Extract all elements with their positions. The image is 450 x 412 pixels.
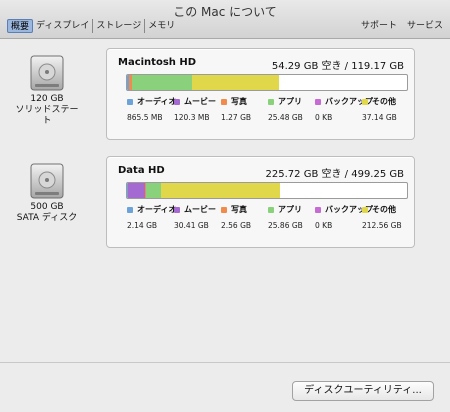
legend-row: ムービー: [174, 205, 220, 215]
legend-item-2: 写真 1.27 GB: [221, 97, 267, 122]
legend-item-4: バックアップ 0 KB: [315, 205, 373, 230]
legend-item-3: アプリ 25.48 GB: [268, 97, 314, 122]
legend-value: 2.56 GB: [221, 221, 252, 230]
legend-label: 写真: [231, 97, 247, 106]
legend-label: 写真: [231, 205, 247, 214]
drive-2-type: SATA ディスク: [16, 213, 78, 223]
legend-item-1: ムービー 30.41 GB: [174, 205, 220, 230]
legend-item-0: オーディオ 865.5 MB: [127, 97, 177, 122]
legend-swatch: [362, 207, 368, 213]
legend-value: 212.56 GB: [362, 221, 402, 230]
support-link[interactable]: サポート: [361, 19, 397, 33]
drive-2-size: 500 GB: [30, 202, 64, 212]
legend-label: オーディオ: [137, 205, 177, 214]
storage-legend: オーディオ 2.14 GB ムービー 30.41 GB 写真 2.56 GB アプリ 25.8…: [127, 205, 407, 235]
titlebar: この Mac について 概要 ディスプレイ ストレージ メモリ サポート サービ…: [0, 0, 450, 39]
tab-memory[interactable]: メモリ: [145, 19, 178, 33]
legend-item-1: ムービー 120.3 MB: [174, 97, 220, 122]
legend-label: ムービー: [184, 205, 216, 214]
content-area: 120 GB ソリッドステート Macintosh HD 54.29 GB 空き…: [0, 38, 450, 412]
storage-segment-5: [161, 183, 280, 198]
legend-row: アプリ: [268, 205, 314, 215]
window-title: この Mac について: [173, 5, 277, 19]
legend-swatch: [174, 99, 180, 105]
legend-value: 0 KB: [315, 221, 333, 230]
tab-storage[interactable]: ストレージ: [93, 19, 146, 33]
storage-panel-macintosh-hd: Macintosh HD 54.29 GB 空き / 119.17 GB オーデ…: [106, 48, 415, 140]
legend-item-2: 写真 2.56 GB: [221, 205, 267, 230]
legend-row: 写真: [221, 205, 267, 215]
about-this-mac-window: この Mac について 概要 ディスプレイ ストレージ メモリ サポート サービ…: [0, 0, 450, 412]
legend-row: バックアップ: [315, 205, 373, 215]
legend-swatch: [315, 207, 321, 213]
drive-1-type: ソリッドステート: [15, 105, 79, 126]
legend-swatch: [127, 99, 133, 105]
legend-value: 25.48 GB: [268, 113, 303, 122]
legend-value: 0 KB: [315, 113, 333, 122]
legend-value: 865.5 MB: [127, 113, 163, 122]
legend-item-0: オーディオ 2.14 GB: [127, 205, 177, 230]
service-link[interactable]: サービス: [407, 19, 443, 33]
legend-value: 25.86 GB: [268, 221, 303, 230]
legend-row: オーディオ: [127, 205, 177, 215]
drive-1-size: 120 GB: [30, 94, 64, 104]
tab-display[interactable]: ディスプレイ: [33, 19, 94, 33]
legend-swatch: [174, 207, 180, 213]
legend-value: 1.27 GB: [221, 113, 252, 122]
storage-legend: オーディオ 865.5 MB ムービー 120.3 MB 写真 1.27 GB アプリ 25.…: [127, 97, 407, 127]
drive-2: 500 GB SATA ディスク: [15, 158, 79, 224]
storage-bar: [126, 74, 408, 91]
tab-bar: 概要 ディスプレイ ストレージ メモリ: [7, 19, 178, 33]
legend-item-3: アプリ 25.86 GB: [268, 205, 314, 230]
disk-utility-button[interactable]: ディスクユーティリティ...: [292, 381, 434, 401]
legend-row: アプリ: [268, 97, 314, 107]
storage-segment-3: [146, 183, 161, 198]
legend-swatch: [362, 99, 368, 105]
legend-value: 30.41 GB: [174, 221, 209, 230]
legend-label: ムービー: [184, 97, 216, 106]
legend-swatch: [127, 207, 133, 213]
legend-row: その他: [362, 205, 408, 215]
legend-label: アプリ: [278, 205, 302, 214]
legend-row: バックアップ: [315, 97, 373, 107]
legend-item-4: バックアップ 0 KB: [315, 97, 373, 122]
legend-row: 写真: [221, 97, 267, 107]
legend-swatch: [315, 99, 321, 105]
storage-segment-5: [192, 75, 279, 90]
volume-name: Data HD: [118, 165, 165, 176]
legend-label: その他: [372, 97, 396, 106]
legend-value: 2.14 GB: [127, 221, 158, 230]
volume-space: 54.29 GB 空き / 119.17 GB: [271, 61, 404, 72]
legend-row: ムービー: [174, 97, 220, 107]
legend-swatch: [268, 207, 274, 213]
legend-label: オーディオ: [137, 97, 177, 106]
tab-overview[interactable]: 概要: [7, 19, 34, 33]
legend-swatch: [268, 99, 274, 105]
legend-row: その他: [362, 97, 408, 107]
storage-panel-data-hd: Data HD 225.72 GB 空き / 499.25 GB オーディオ 2.…: [106, 156, 415, 248]
storage-bar: [126, 182, 408, 199]
legend-row: オーディオ: [127, 97, 177, 107]
volume-name: Macintosh HD: [118, 57, 197, 68]
legend-label: アプリ: [278, 97, 302, 106]
hard-drive-icon: [25, 158, 69, 202]
hard-drive-icon: [25, 50, 69, 94]
legend-label: その他: [372, 205, 396, 214]
footer-divider: [0, 362, 450, 363]
storage-segment-1: [128, 183, 145, 198]
legend-value: 120.3 MB: [174, 113, 210, 122]
storage-segment-3: [132, 75, 192, 90]
volume-space: 225.72 GB 空き / 499.25 GB: [265, 169, 404, 180]
legend-item-5: その他 37.14 GB: [362, 97, 408, 122]
right-links: サポート サービス: [361, 19, 443, 33]
legend-swatch: [221, 99, 227, 105]
drive-1: 120 GB ソリッドステート: [15, 50, 79, 127]
legend-swatch: [221, 207, 227, 213]
legend-item-5: その他 212.56 GB: [362, 205, 408, 230]
legend-value: 37.14 GB: [362, 113, 397, 122]
